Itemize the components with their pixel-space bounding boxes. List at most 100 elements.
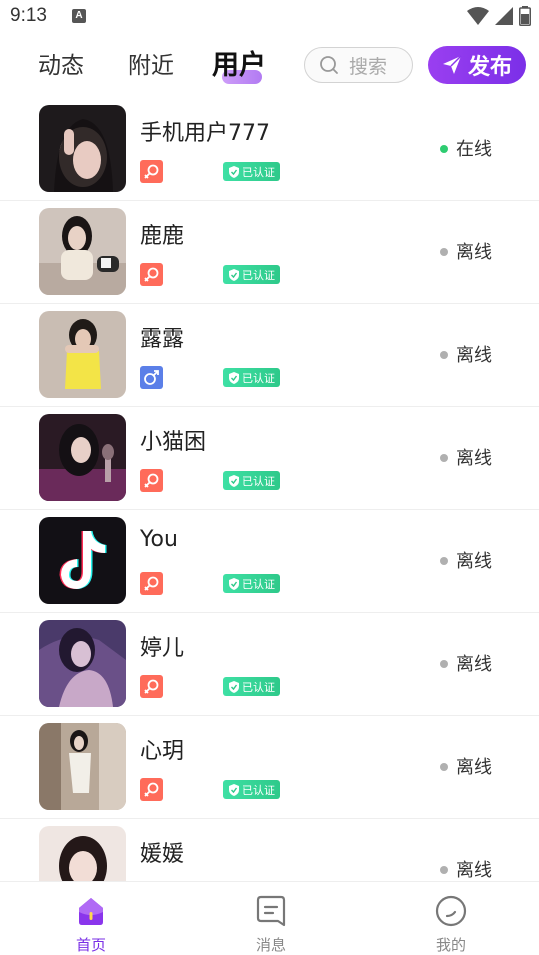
verified-badge: 已认证: [223, 574, 280, 593]
avatar[interactable]: [39, 311, 126, 398]
verified-badge: 已认证: [223, 471, 280, 490]
nav-profile[interactable]: 我的: [411, 894, 491, 955]
female-icon: [144, 576, 159, 591]
female-badge: [140, 263, 163, 286]
user-row[interactable]: 婷儿 已认证 离线: [0, 613, 539, 716]
signal-icon: [495, 7, 513, 25]
verified-label: 已认证: [242, 268, 275, 282]
nav-profile-label: 我的: [435, 936, 466, 954]
female-icon: [144, 679, 159, 694]
check-shield-icon: [229, 474, 239, 487]
user-row[interactable]: 手机用户777 已认证 在线: [0, 98, 539, 201]
verified-label: 已认证: [242, 680, 275, 694]
offline-dot: [440, 763, 448, 771]
offline-dot: [440, 660, 448, 668]
female-badge: [140, 778, 163, 801]
home-icon: [79, 898, 103, 925]
verified-badge: 已认证: [223, 265, 280, 284]
user-row[interactable]: 小猫困 已认证 离线: [0, 407, 539, 510]
user-name: 婷儿: [140, 636, 185, 661]
top-nav: 动态 附近 用户 搜索 发布: [0, 40, 539, 92]
message-icon: [256, 895, 286, 927]
user-status: 离线: [456, 345, 492, 366]
offline-dot: [440, 454, 448, 462]
search-icon: [320, 56, 338, 74]
nav-messages[interactable]: 消息: [231, 894, 311, 955]
status-bar: 9:13 A: [0, 0, 539, 34]
verified-label: 已认证: [242, 474, 275, 488]
search-placeholder: 搜索: [349, 55, 388, 78]
tab-feed[interactable]: 动态: [38, 46, 84, 80]
female-badge: [140, 675, 163, 698]
online-dot: [440, 145, 448, 153]
search-input[interactable]: 搜索: [304, 47, 413, 83]
user-name: 心玥: [140, 739, 185, 764]
female-icon: [144, 164, 159, 179]
user-row[interactable]: 心玥 已认证 离线: [0, 716, 539, 819]
avatar[interactable]: [39, 414, 126, 501]
user-row[interactable]: 鹿鹿 已认证 离线: [0, 201, 539, 304]
wifi-icon: [467, 7, 489, 25]
user-status: 离线: [456, 757, 492, 778]
profile-icon: [435, 895, 467, 927]
status-time: 9:13: [10, 5, 47, 26]
user-name: 鹿鹿: [140, 224, 185, 249]
user-name: You: [140, 527, 178, 552]
avatar[interactable]: [39, 620, 126, 707]
avatar[interactable]: [39, 826, 126, 881]
avatar[interactable]: [39, 208, 126, 295]
status-icons: [467, 6, 531, 26]
offline-dot: [440, 866, 448, 874]
nav-messages-label: 消息: [255, 936, 286, 954]
verified-label: 已认证: [242, 783, 275, 797]
user-status: 离线: [456, 860, 492, 881]
avatar[interactable]: [39, 105, 126, 192]
verified-badge: 已认证: [223, 368, 280, 387]
verified-badge: 已认证: [223, 162, 280, 181]
check-shield-icon: [229, 577, 239, 590]
verified-label: 已认证: [242, 165, 275, 179]
offline-dot: [440, 248, 448, 256]
female-icon: [144, 782, 159, 797]
check-shield-icon: [229, 268, 239, 281]
tab-users[interactable]: 用户: [212, 43, 266, 82]
user-name: 媛媛: [140, 842, 185, 867]
notification-icon: A: [72, 9, 86, 23]
user-list: 手机用户777 已认证 在线 鹿鹿 已认证 离线 露露 已认证 离线 小猫困 已…: [0, 98, 539, 881]
female-badge: [140, 469, 163, 492]
female-badge: [140, 160, 163, 183]
user-status: 在线: [456, 139, 492, 160]
verified-badge: 已认证: [223, 780, 280, 799]
tab-nearby[interactable]: 附近: [128, 46, 174, 80]
avatar[interactable]: [39, 723, 126, 810]
nav-home[interactable]: 首页: [51, 894, 131, 955]
battery-icon: [519, 6, 531, 26]
check-shield-icon: [229, 680, 239, 693]
check-shield-icon: [229, 165, 239, 178]
verified-label: 已认证: [242, 577, 275, 591]
avatar[interactable]: [39, 517, 126, 604]
male-icon: [144, 370, 159, 385]
female-badge: [140, 572, 163, 595]
check-shield-icon: [229, 783, 239, 796]
user-name: 手机用户777: [140, 121, 270, 146]
user-row[interactable]: You 已认证 离线: [0, 510, 539, 613]
user-name: 露露: [140, 327, 185, 352]
send-icon: [442, 55, 462, 74]
check-shield-icon: [229, 371, 239, 384]
publish-button[interactable]: 发布: [428, 46, 526, 84]
bottom-nav: 首页 消息 我的: [0, 881, 539, 955]
user-row[interactable]: 媛媛 离线: [0, 819, 539, 881]
offline-dot: [440, 351, 448, 359]
user-status: 离线: [456, 654, 492, 675]
user-status: 离线: [456, 242, 492, 263]
offline-dot: [440, 557, 448, 565]
user-status: 离线: [456, 551, 492, 572]
user-name: 小猫困: [140, 430, 207, 455]
user-row[interactable]: 露露 已认证 离线: [0, 304, 539, 407]
male-badge: [140, 366, 163, 389]
nav-home-label: 首页: [75, 936, 106, 954]
verified-label: 已认证: [242, 371, 275, 385]
female-icon: [144, 473, 159, 488]
user-status: 离线: [456, 448, 492, 469]
